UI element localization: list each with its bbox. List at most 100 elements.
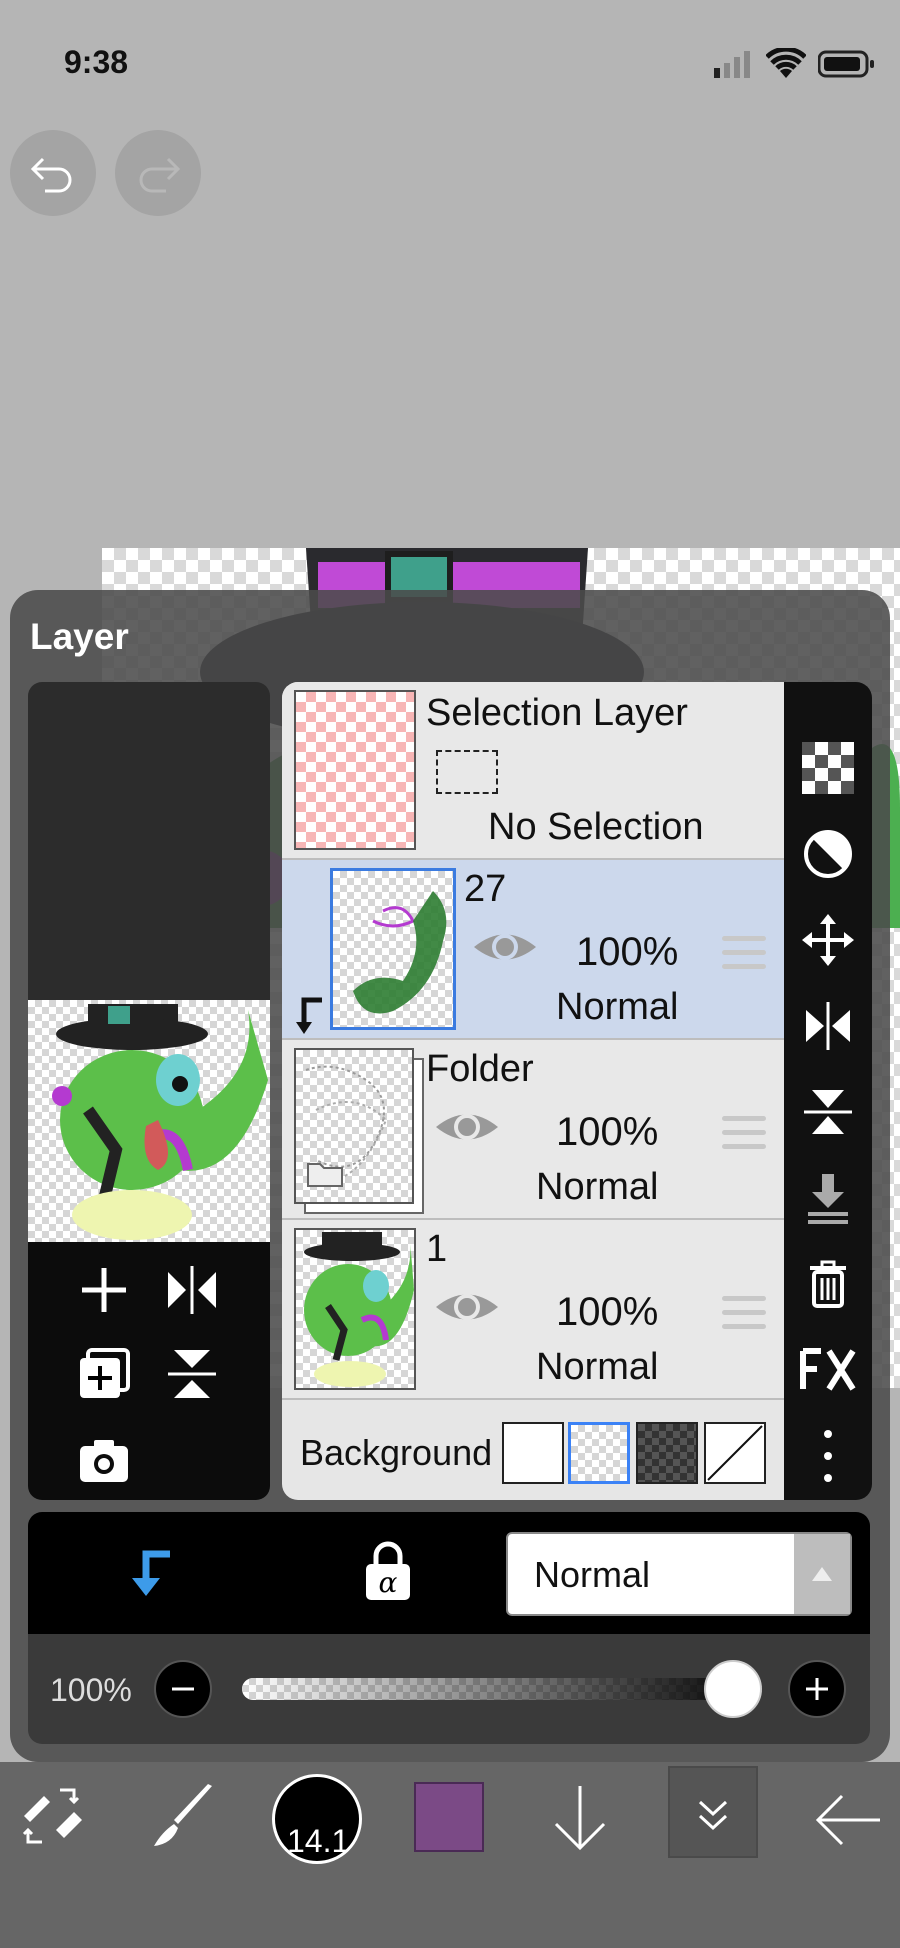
layer-27-opacity: 100% — [576, 930, 679, 974]
add-layer-button[interactable] — [76, 1262, 132, 1318]
plus-icon — [806, 1678, 828, 1700]
alpha-lock-button[interactable]: α — [356, 1540, 420, 1604]
opacity-slider[interactable] — [242, 1678, 762, 1700]
wifi-icon — [765, 46, 807, 80]
opacity-value: 100% — [50, 1672, 132, 1708]
layer-1-opacity: 100% — [556, 1290, 659, 1334]
layer-row-27[interactable]: 27 100% Normal — [282, 860, 784, 1040]
redo-icon — [139, 157, 181, 193]
eye-icon — [474, 934, 536, 960]
blend-mode-dropdown-toggle[interactable] — [794, 1534, 850, 1614]
flip-vertical-icon — [804, 1090, 852, 1134]
layer-1-name: 1 — [426, 1228, 448, 1270]
brush-icon — [154, 1784, 212, 1846]
layer-27-blend-mode: Normal — [556, 986, 679, 1028]
eye-icon — [436, 1294, 498, 1320]
layer-1-blend-mode: Normal — [536, 1346, 659, 1388]
battery-icon — [817, 50, 876, 78]
brush-tool-button[interactable] — [148, 1780, 220, 1852]
layer-list: Selection Layer No Selection 27 100% Nor… — [282, 682, 784, 1500]
flip-horizontal-layer-button[interactable] — [164, 1262, 220, 1318]
folder-drag-handle[interactable] — [722, 1116, 766, 1158]
selection-layer-row[interactable]: Selection Layer No Selection — [282, 682, 784, 860]
brush-eraser-swap-icon — [22, 1788, 82, 1844]
back-button[interactable] — [812, 1790, 884, 1850]
blend-mode-dropdown[interactable]: Normal — [506, 1532, 852, 1616]
duplicate-layer-button[interactable] — [76, 1346, 132, 1402]
background-transparent-swatch[interactable] — [568, 1422, 630, 1484]
minus-icon — [172, 1687, 194, 1691]
selection-layer-thumbnail — [294, 690, 416, 850]
invert-layer-button[interactable] — [784, 824, 872, 884]
invert-icon — [804, 830, 852, 878]
arrow-left-icon — [815, 1794, 880, 1846]
camera-icon — [80, 1440, 128, 1482]
clipping-toggle-button[interactable] — [118, 1540, 182, 1604]
layer-panel-title: Layer — [30, 616, 129, 657]
more-vertical-icon — [824, 1430, 832, 1482]
selection-status: No Selection — [488, 806, 704, 848]
cellular-signal-icon — [714, 50, 754, 78]
layer-row-1[interactable]: 1 100% Normal — [282, 1220, 784, 1400]
merge-down-button[interactable] — [784, 1168, 872, 1228]
folder-icon — [306, 1158, 344, 1188]
flip-vertical-icon — [168, 1350, 216, 1398]
layer-down-button[interactable] — [548, 1782, 612, 1854]
background-dark-checker-swatch[interactable] — [636, 1422, 698, 1484]
opacity-decrease-button[interactable] — [154, 1660, 212, 1718]
layer-1-thumbnail — [294, 1228, 416, 1390]
more-options-button[interactable] — [784, 1426, 872, 1486]
layer-preview-area — [28, 682, 270, 1000]
arrow-down-icon — [554, 1786, 606, 1851]
clipping-icon — [132, 1550, 170, 1596]
transparency-lock-button[interactable] — [784, 738, 872, 798]
flip-vertical-button[interactable] — [784, 1082, 872, 1142]
layer-1-drag-handle[interactable] — [722, 1296, 766, 1338]
undo-button[interactable] — [10, 130, 96, 216]
flip-horizontal-icon — [168, 1266, 216, 1314]
layer-row-folder[interactable]: Folder 100% Normal — [282, 1040, 784, 1220]
folder-visibility-toggle[interactable] — [434, 1106, 500, 1148]
flip-horizontal-button[interactable] — [784, 996, 872, 1056]
move-arrows-icon — [802, 914, 854, 966]
opacity-slider-thumb[interactable] — [704, 1660, 762, 1718]
layer-27-name: 27 — [464, 868, 507, 910]
status-time: 9:38 — [64, 44, 129, 80]
folder-opacity: 100% — [556, 1110, 659, 1154]
selection-layer-name: Selection Layer — [426, 692, 688, 734]
folder-thumbnail — [294, 1048, 414, 1204]
background-label: Background — [300, 1432, 493, 1473]
layer-preview-thumbnail — [28, 1000, 270, 1242]
folder-layer-name: Folder — [426, 1048, 534, 1090]
character-preview — [52, 1004, 268, 1240]
current-color-swatch[interactable] — [414, 1782, 484, 1852]
eye-icon — [436, 1114, 498, 1140]
brush-size-button[interactable]: 14.1 — [272, 1774, 362, 1864]
layer-1-visibility-toggle[interactable] — [434, 1286, 500, 1328]
background-white-swatch[interactable] — [502, 1422, 564, 1484]
duplicate-layer-icon — [80, 1348, 130, 1398]
flip-vertical-layer-button[interactable] — [164, 1346, 220, 1402]
undo-icon — [30, 157, 72, 193]
camera-import-button[interactable] — [76, 1432, 132, 1488]
layer-27-visibility-toggle[interactable] — [472, 926, 538, 968]
redo-button[interactable] — [115, 130, 201, 216]
move-layer-button[interactable] — [784, 910, 872, 970]
background-none-swatch[interactable] — [704, 1422, 766, 1484]
delete-layer-button[interactable] — [784, 1254, 872, 1314]
layer-27-drag-handle[interactable] — [722, 936, 766, 978]
layer-tools — [28, 1242, 270, 1500]
merge-down-icon — [808, 1174, 848, 1224]
triangle-up-icon — [812, 1567, 832, 1581]
clipping-indicator-icon — [294, 996, 326, 1036]
checkerboard-icon — [802, 742, 854, 794]
alpha-lock-icon: α — [366, 1541, 410, 1600]
opacity-increase-button[interactable] — [788, 1660, 846, 1718]
tool-swap-button[interactable] — [18, 1782, 86, 1850]
layer-27-thumbnail — [330, 868, 456, 1030]
chevron-double-down-icon — [698, 1800, 728, 1831]
svg-text:α: α — [379, 1566, 398, 1599]
plus-icon — [82, 1268, 126, 1312]
fx-effects-button[interactable] — [784, 1340, 872, 1400]
layer-panel-button[interactable] — [668, 1766, 758, 1858]
